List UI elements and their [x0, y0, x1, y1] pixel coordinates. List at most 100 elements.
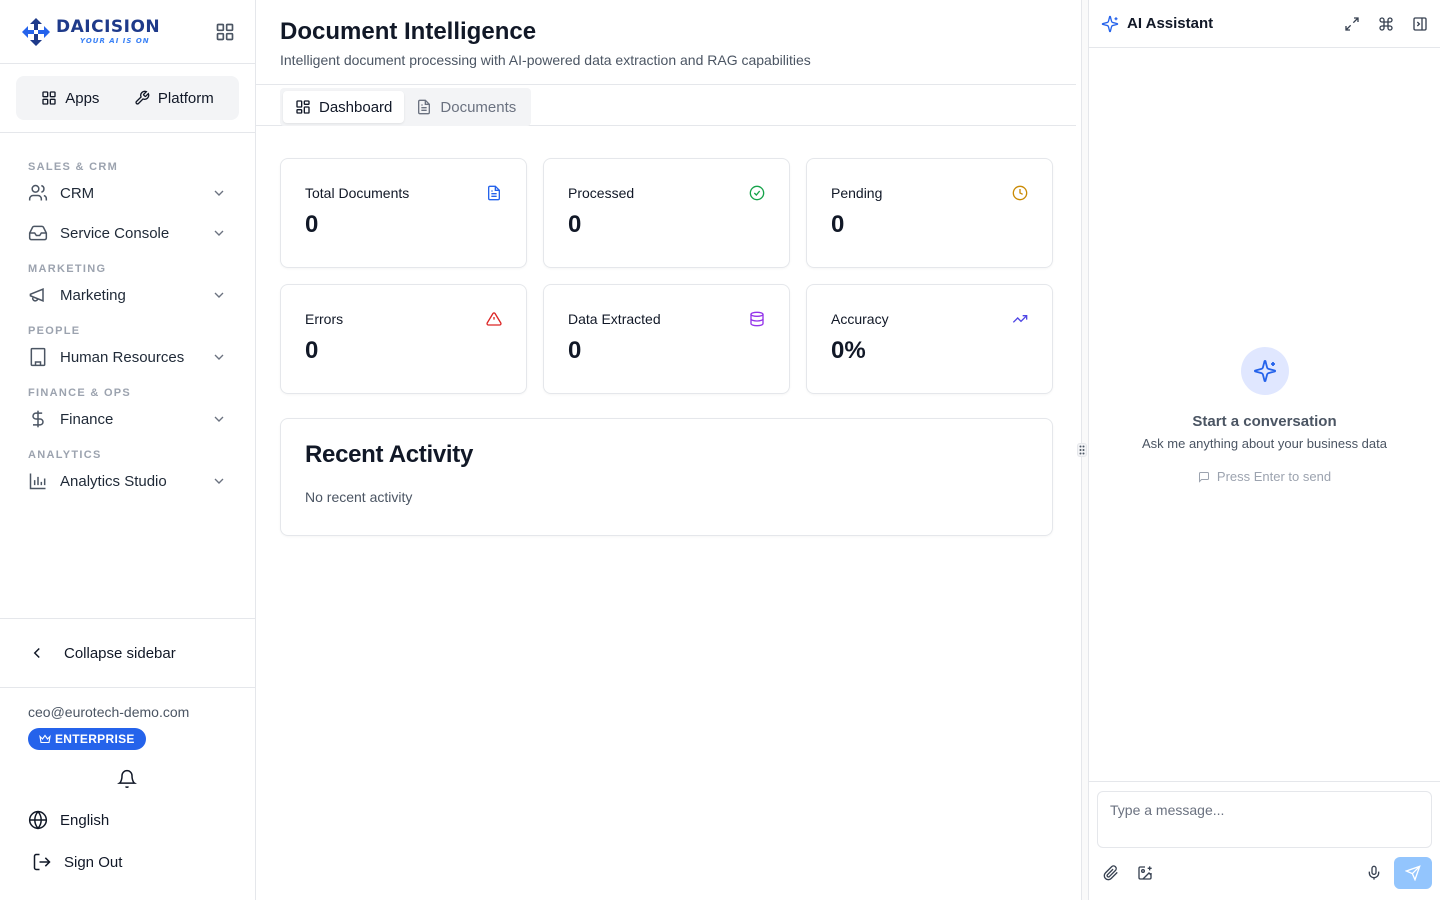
stat-card-total-documents: Total Documents 0 [280, 158, 527, 268]
page-subtitle: Intelligent document processing with AI-… [280, 52, 811, 68]
message-input[interactable] [1097, 791, 1432, 848]
user-email: ceo@eurotech-demo.com [28, 704, 190, 720]
crown-icon [39, 734, 51, 744]
toggle-panel-button[interactable] [1412, 16, 1428, 32]
paperclip-icon [1103, 865, 1118, 881]
stat-value: 0 [305, 337, 319, 364]
logo-row: DAICISION YOUR AI IS ON [0, 0, 255, 64]
stat-card-errors: Errors 0 [280, 284, 527, 394]
send-button[interactable] [1394, 857, 1432, 889]
brand-name: DAICISION [56, 16, 161, 37]
bar-chart-icon [28, 471, 48, 491]
brand-logo[interactable]: DAICISION YOUR AI IS ON [20, 16, 160, 48]
stat-value: 0 [568, 211, 582, 238]
stat-label: Data Extracted [568, 311, 661, 327]
main-content: Document Intelligence Intelligent docume… [256, 0, 1076, 900]
nav-item-finance[interactable]: Finance [0, 405, 255, 433]
nav-item-label: CRM [60, 184, 95, 202]
document-icon [418, 99, 431, 115]
nav-section-title: FINANCE & OPS [28, 387, 132, 399]
assistant-title: AI Assistant [1127, 15, 1214, 32]
send-hint-label: Press Enter to send [1216, 469, 1332, 484]
inbox-icon [28, 223, 48, 243]
brand-tagline: YOUR AI IS ON [80, 36, 150, 45]
sparkles-icon [1240, 347, 1289, 395]
expand-icon [1345, 16, 1359, 31]
tab-label: Documents [440, 98, 517, 116]
nav-item-label: Finance [60, 410, 114, 428]
chevron-down-icon [211, 473, 227, 489]
globe-icon [28, 810, 48, 830]
attach-button[interactable] [1103, 865, 1119, 881]
main-nav: SALES & CRM CRM Service Console MARKETIN… [0, 133, 255, 495]
sign-out-button[interactable]: Sign Out [32, 852, 122, 872]
nav-section-title: ANALYTICS [28, 449, 102, 461]
workspace-switcher: Apps Platform [0, 64, 255, 133]
collapse-label: Collapse sidebar [64, 644, 176, 662]
empty-state-title: Start a conversation [1192, 413, 1337, 430]
command-icon [1379, 16, 1393, 31]
nav-item-service-console[interactable]: Service Console [0, 219, 255, 247]
database-icon [749, 311, 765, 327]
language-label: English [60, 811, 110, 829]
check-circle-icon [749, 185, 765, 201]
page-title: Document Intelligence [280, 18, 537, 45]
platform-label: Platform [157, 89, 214, 107]
notifications-button[interactable] [117, 769, 137, 789]
image-button[interactable] [1137, 865, 1153, 881]
ai-assistant-panel: AI Assistant Start a conversation Ask me… [1089, 0, 1440, 900]
language-selector[interactable]: English [28, 810, 109, 830]
stat-card-data-extracted: Data Extracted 0 [543, 284, 790, 394]
nav-section-title: MARKETING [28, 263, 107, 275]
users-icon [28, 183, 48, 203]
empty-state-subtitle: Ask me anything about your business data [1142, 436, 1387, 451]
stat-card-processed: Processed 0 [543, 158, 790, 268]
expand-button[interactable] [1344, 16, 1360, 32]
sparkles-icon [1101, 15, 1119, 32]
stat-label: Processed [568, 185, 635, 201]
nav-item-label: Human Resources [60, 348, 185, 366]
nav-item-marketing[interactable]: Marketing [0, 281, 255, 309]
grip-icon [1079, 445, 1085, 455]
dashboard-panel: Total Documents 0 Processed 0 Pending 0 [256, 126, 1076, 568]
nav-item-label: Marketing [60, 286, 126, 304]
apps-button[interactable]: Apps [29, 82, 111, 115]
grid-icon [42, 91, 56, 105]
platform-button[interactable]: Platform [122, 82, 226, 115]
dollar-icon [28, 409, 48, 429]
send-icon [1405, 865, 1421, 881]
app-grid-button[interactable] [215, 22, 235, 42]
recent-activity-empty: No recent activity [305, 489, 413, 505]
logo-mark-icon [22, 17, 50, 46]
stat-value: 0 [831, 211, 845, 238]
recent-activity-title: Recent Activity [305, 441, 474, 468]
tab-documents[interactable]: Documents [404, 91, 528, 123]
sidebar: DAICISION YOUR AI IS ON Apps Platform SA… [0, 0, 256, 900]
stat-label: Total Documents [305, 185, 410, 201]
nav-item-crm[interactable]: CRM [0, 179, 255, 207]
tab-label: Dashboard [319, 98, 393, 116]
collapse-sidebar-button[interactable]: Collapse sidebar [0, 618, 255, 688]
nav-item-label: Service Console [60, 224, 170, 242]
tab-list: Dashboard Documents [280, 88, 532, 126]
plan-badge: ENTERPRISE [28, 728, 146, 750]
chevron-down-icon [211, 225, 227, 241]
tab-dashboard[interactable]: Dashboard [283, 91, 405, 123]
sign-out-label: Sign Out [64, 853, 123, 871]
command-button[interactable] [1378, 16, 1394, 32]
nav-item-human-resources[interactable]: Human Resources [0, 343, 255, 371]
resize-handle[interactable] [1077, 443, 1087, 457]
plan-badge-label: ENTERPRISE [55, 732, 135, 746]
nav-item-analytics-studio[interactable]: Analytics Studio [0, 467, 255, 495]
stat-value: 0 [305, 211, 319, 238]
chevron-down-icon [211, 287, 227, 303]
assistant-header: AI Assistant [1089, 0, 1440, 48]
nav-section-title: PEOPLE [28, 325, 81, 337]
image-plus-icon [1138, 866, 1152, 880]
nav-section-title: SALES & CRM [28, 161, 119, 173]
stat-label: Accuracy [831, 311, 889, 327]
stat-card-accuracy: Accuracy 0% [806, 284, 1053, 394]
stat-value: 0% [831, 337, 866, 364]
voice-button[interactable] [1366, 865, 1382, 881]
recent-activity-card: Recent Activity No recent activity [280, 418, 1053, 536]
